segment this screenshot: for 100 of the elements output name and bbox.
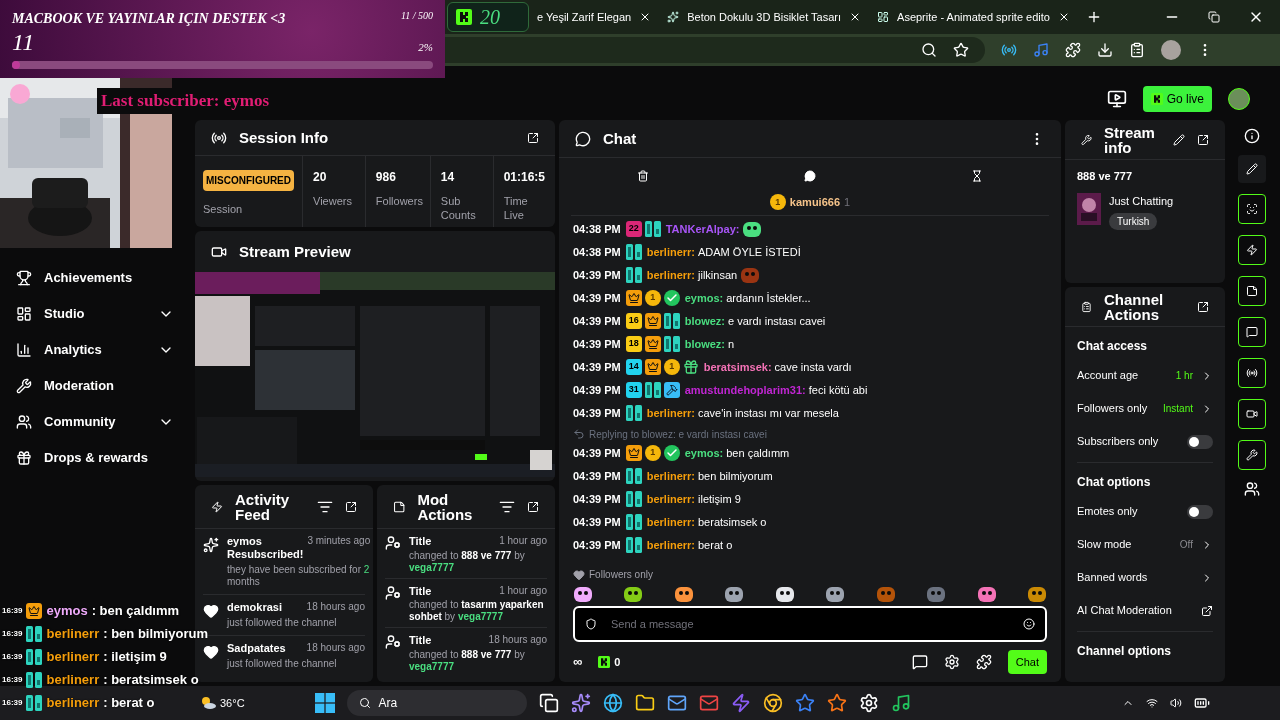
setting-value: 1 hr — [1175, 369, 1193, 383]
browser-tab[interactable]: Beton Dokulu 3D Bisiklet Tasarı — [659, 2, 870, 32]
pinned-count: 1 — [844, 195, 851, 210]
media-icon[interactable] — [1129, 42, 1145, 58]
chat-icon[interactable] — [911, 654, 928, 670]
go-live-button[interactable]: Go live — [1142, 86, 1212, 112]
emote-icon — [623, 584, 644, 604]
message-field[interactable]: Send a message — [573, 606, 1047, 642]
setting-row[interactable]: Followers only Instant — [1077, 392, 1213, 425]
sidebar-item[interactable]: Moderation — [16, 376, 174, 396]
reply-text: Replying to blowez: e vardı instası cavei — [589, 427, 767, 442]
activity-time: 3 minutes ago — [307, 535, 371, 548]
taskbar-app-icon[interactable] — [538, 693, 559, 713]
verified-icon — [663, 445, 680, 461]
edit-button[interactable] — [1238, 155, 1266, 183]
crown-badge-icon — [644, 313, 661, 329]
extension-icon[interactable] — [1001, 42, 1017, 58]
profile-avatar[interactable] — [1161, 40, 1181, 60]
popout-icon[interactable] — [527, 131, 539, 144]
rail-button[interactable] — [1238, 194, 1266, 224]
zoom-icon[interactable] — [921, 42, 937, 58]
setting-value: Off — [1179, 538, 1193, 552]
browser-tab[interactable]: Aseprite - Animated sprite edito — [869, 2, 1078, 32]
activity-user: Sadpatates — [227, 642, 286, 655]
taskbar-app-icon[interactable] — [634, 693, 655, 713]
battery-icon[interactable] — [1194, 695, 1210, 711]
settings-icon[interactable] — [943, 654, 960, 670]
popout-icon[interactable] — [345, 500, 357, 513]
sidebar-item[interactable]: Studio — [16, 304, 174, 324]
setting-row[interactable]: Banned words — [1077, 561, 1213, 594]
users-icon[interactable] — [1244, 481, 1260, 497]
stat-value: 14 — [440, 169, 456, 186]
setting-row[interactable]: Emotes only — [1077, 495, 1213, 528]
sidebar-item[interactable]: Analytics — [16, 340, 174, 360]
sidebar-item[interactable]: Achievements — [16, 268, 174, 288]
sidebar-item[interactable]: Community — [16, 412, 174, 432]
rail-button[interactable] — [1238, 317, 1266, 347]
trash-icon[interactable] — [636, 170, 649, 182]
hourglass-icon[interactable] — [971, 170, 984, 182]
bookmark-icon[interactable] — [953, 42, 969, 58]
mod-action-detail: changed to 888 ve 777 by vega7777 — [409, 648, 526, 673]
sidebar-item[interactable]: Drops & rewards — [16, 448, 174, 468]
restore-icon[interactable] — [1208, 11, 1220, 23]
goal-count: 11 — [12, 29, 35, 55]
taskbar-app-icon[interactable] — [826, 693, 847, 713]
puzzle-icon[interactable] — [975, 654, 992, 670]
chat-button[interactable]: Chat — [1007, 650, 1047, 674]
start-icon[interactable] — [314, 693, 335, 713]
taskbar-app-icon[interactable] — [890, 693, 911, 713]
overlay-chat-line: 16:39 berlinerr : beratsimsek o — [2, 671, 200, 688]
emoji-icon[interactable] — [1023, 618, 1035, 630]
activity-user: demokrasi — [227, 601, 283, 614]
setting-row[interactable]: AI Chat Moderation — [1077, 594, 1213, 627]
tile-badge-icon — [625, 491, 642, 507]
goal-percent: 2% — [418, 39, 433, 55]
chat-icon — [1246, 326, 1258, 338]
temperature: 36°C — [220, 695, 245, 711]
rail-button[interactable] — [1238, 358, 1266, 388]
mod-action-title: Title — [409, 583, 432, 599]
rail-button[interactable] — [1238, 276, 1266, 306]
taskbar-app-icon[interactable] — [602, 693, 623, 713]
taskbar-app-icon[interactable] — [858, 693, 879, 713]
sub-badge: 31 — [625, 382, 642, 398]
setting-row[interactable]: Slow mode Off — [1077, 528, 1213, 561]
avatar[interactable] — [1228, 88, 1250, 110]
taskbar-app-icon[interactable] — [570, 693, 591, 713]
info-icon[interactable] — [1244, 128, 1260, 144]
chat-icon[interactable] — [804, 170, 816, 182]
coin-badge: 1 — [644, 445, 661, 461]
taskbar-search[interactable]: Ara — [346, 690, 527, 716]
chat-message: 04:39 PM 14 1 beratsimsek: cave insta vardı — [573, 358, 853, 377]
toggle-switch[interactable] — [1187, 504, 1213, 519]
taskbar-app-icon[interactable] — [762, 693, 783, 713]
rail-button[interactable] — [1238, 399, 1266, 429]
extension-icon[interactable] — [1033, 42, 1049, 58]
overlay-chat-line: 16:39 eymos : ben çaldımm — [2, 602, 181, 619]
browser-tab[interactable]: e Yeşil Zarif Elegan — [529, 2, 660, 32]
toggle-switch[interactable] — [1187, 434, 1213, 449]
rail-button[interactable] — [1238, 235, 1266, 265]
rail-button[interactable] — [1238, 440, 1266, 470]
popout-icon[interactable] — [1197, 133, 1209, 146]
studio-icon[interactable] — [1106, 89, 1127, 109]
overlay-chat-line: 16:39 berlinerr : berat o — [2, 694, 156, 711]
setting-row[interactable]: Account age 1 hr — [1077, 359, 1213, 392]
edit-icon[interactable] — [1173, 133, 1185, 146]
wifi-icon[interactable] — [1146, 697, 1158, 709]
download-icon[interactable] — [1097, 42, 1113, 58]
popout-icon[interactable] — [527, 500, 539, 513]
taskbar-app-icon[interactable] — [666, 693, 687, 713]
tile-badge-icon — [625, 468, 642, 484]
chat-mode: Followers only — [589, 568, 653, 582]
volume-icon[interactable] — [1170, 697, 1182, 709]
chat-message: 04:39 PM 1 eymos: ardanın İstekler... — [573, 289, 812, 308]
setting-row[interactable]: Subscribers only — [1077, 425, 1213, 458]
points-count: 0 — [614, 654, 621, 670]
emote-icon — [774, 584, 795, 604]
reply-icon — [573, 428, 585, 440]
popout-icon[interactable] — [1197, 300, 1209, 313]
logo-icon — [598, 656, 611, 668]
extensions-icon[interactable] — [1065, 42, 1081, 58]
